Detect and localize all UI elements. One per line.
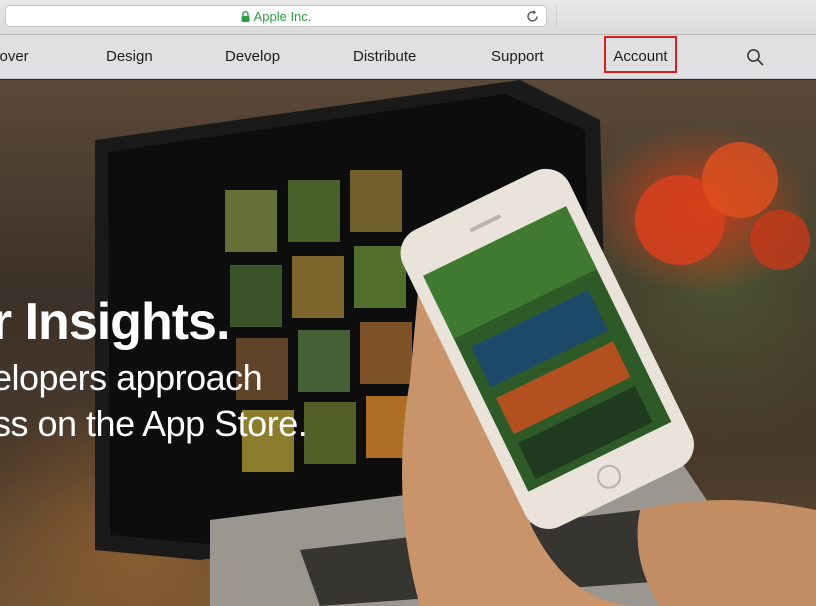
search-icon[interactable] (746, 48, 764, 66)
nav-item-support[interactable]: Support (491, 35, 544, 79)
nav-item-develop[interactable]: Develop (225, 35, 280, 79)
hero-subheadline-line-2: ss on the App Store. (0, 403, 308, 444)
global-nav: cover Design Develop Distribute Support … (0, 35, 816, 79)
lock-icon (241, 10, 250, 22)
nav-item-distribute[interactable]: Distribute (353, 35, 416, 79)
nav-item-account[interactable]: Account (604, 36, 677, 73)
hero-subheadline-line-1: elopers approach (0, 357, 263, 398)
nav-item-discover[interactable]: cover (0, 35, 29, 79)
browser-toolbar: Apple Inc. (0, 0, 816, 35)
address-text: Apple Inc. (253, 8, 312, 24)
hero-banner: er Insights. elopers approach ss on the … (0, 80, 816, 606)
reload-icon[interactable] (525, 9, 540, 24)
hero-headline: er Insights. (0, 293, 230, 351)
toolbar-spacer (556, 6, 816, 28)
address-bar[interactable]: Apple Inc. (5, 5, 547, 27)
address-display: Apple Inc. (241, 8, 312, 24)
nav-item-design[interactable]: Design (106, 35, 153, 79)
